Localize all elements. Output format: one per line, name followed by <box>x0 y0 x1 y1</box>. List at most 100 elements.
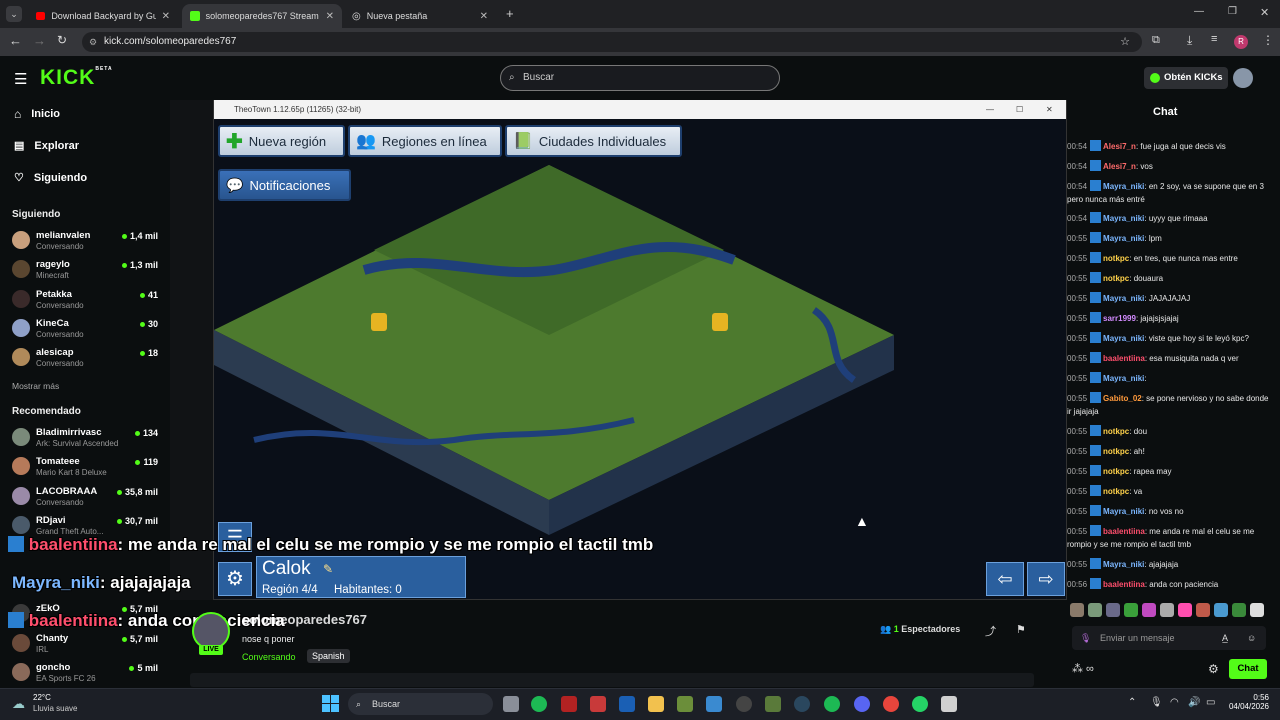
minecraft-icon[interactable] <box>677 696 693 712</box>
hamburger-menu-icon[interactable]: ☰ <box>14 70 27 88</box>
chat-settings-icon[interactable]: ⚙ <box>1208 662 1219 676</box>
download-icon[interactable]: ⤓ <box>1187 33 1192 48</box>
channel-bladimirrivasc[interactable]: Bladimirrivasc Ark: Survival Ascended 134 <box>12 425 162 451</box>
chat-send-button[interactable]: Chat <box>1229 659 1267 679</box>
tab-search-button[interactable]: ⌄ <box>6 6 22 22</box>
streamer-name[interactable]: solomeoparedes767 <box>242 612 367 627</box>
channel-chanty[interactable]: Chanty IRL 5,7 mil <box>12 631 162 657</box>
chat-username[interactable]: notkpc <box>1103 274 1129 283</box>
chat-message-input[interactable]: 🎙 Enviar un mensaje A̲ ☺ <box>1072 626 1266 650</box>
notifications-button[interactable]: 💬 Notificaciones <box>218 169 351 201</box>
chat-username[interactable]: notkpc <box>1103 447 1129 456</box>
chat-username[interactable]: notkpc <box>1103 254 1129 263</box>
edit-pencil-icon[interactable]: ✎ <box>323 562 333 576</box>
info-app-icon[interactable] <box>619 696 635 712</box>
sidebar-nav-explore[interactable]: ▤ Explorar <box>14 139 79 153</box>
close-tab-icon[interactable]: ✕ <box>480 11 488 22</box>
emote-icon[interactable] <box>1106 603 1120 617</box>
app-red-triangle-icon[interactable] <box>561 696 577 712</box>
settings-gear-button[interactable]: ⚙ <box>218 562 252 596</box>
chat-username[interactable]: Mayra_niki <box>1103 234 1144 243</box>
spotify-icon[interactable] <box>531 696 547 712</box>
tray-chevron-icon[interactable]: ⌃ <box>1128 697 1136 708</box>
emote-icon[interactable] <box>1124 603 1138 617</box>
share-icon[interactable]: ⤴ <box>985 623 996 639</box>
chat-username[interactable]: Alesi7_n <box>1103 142 1136 151</box>
chat-username[interactable]: baalentiina <box>1103 580 1145 589</box>
profile-avatar[interactable]: R <box>1234 35 1248 49</box>
channel-goncho[interactable]: goncho EA Sports FC 26 5 mil <box>12 660 162 686</box>
theotown-taskbar-icon[interactable] <box>941 696 957 712</box>
chat-username[interactable]: Mayra_niki <box>1103 334 1144 343</box>
whatsapp-icon[interactable] <box>912 696 928 712</box>
chat-username[interactable]: Mayra_niki <box>1103 560 1144 569</box>
online-regions-button[interactable]: 👥 Regiones en línea <box>348 125 502 157</box>
browser-tab-kick[interactable]: solomeoparedes767 Stream - V ✕ <box>182 4 342 28</box>
emote-icon[interactable] <box>1088 603 1102 617</box>
chat-username[interactable]: notkpc <box>1103 427 1129 436</box>
chat-username[interactable]: notkpc <box>1103 467 1129 476</box>
sidebar-nav-home[interactable]: ⌂ Inicio <box>14 107 60 121</box>
lock-icon[interactable] <box>371 313 387 331</box>
close-tab-icon[interactable]: ✕ <box>326 11 334 22</box>
restore-browser-icon[interactable]: ❐ <box>1228 6 1237 17</box>
emote-icon[interactable] <box>1214 603 1228 617</box>
user-avatar[interactable] <box>1233 68 1253 88</box>
channel-petakka[interactable]: Petakka Conversando 41 <box>12 287 162 313</box>
chat-username[interactable]: Mayra_niki <box>1103 182 1144 191</box>
game-maximize-icon[interactable]: ☐ <box>1016 100 1023 119</box>
browser-tab-backyard[interactable]: Download Backyard by Guilty R ✕ <box>28 4 178 28</box>
chat-username[interactable]: sarr1999 <box>1103 314 1136 323</box>
spotify-icon[interactable] <box>824 696 840 712</box>
extensions-icon[interactable]: ⧉ <box>1152 34 1160 47</box>
file-explorer-icon[interactable] <box>648 696 664 712</box>
close-browser-icon[interactable]: ✕ <box>1260 6 1269 19</box>
game-close-icon[interactable]: ✕ <box>1046 100 1053 119</box>
site-info-icon[interactable]: ⚙ <box>89 32 97 52</box>
channel-kineca[interactable]: KineCa Conversando 30 <box>12 316 162 342</box>
wifi-icon[interactable]: ◠ <box>1170 697 1179 708</box>
translate-icon[interactable]: A̲ <box>1222 626 1228 650</box>
steam-icon[interactable] <box>794 696 810 712</box>
github-icon[interactable] <box>736 696 752 712</box>
chat-username[interactable]: Mayra_niki <box>1103 507 1144 516</box>
get-kicks-button[interactable]: Obtén KICKs <box>1144 67 1228 89</box>
new-tab-icon[interactable]: + <box>506 6 514 21</box>
emote-icon[interactable] <box>1142 603 1156 617</box>
back-icon[interactable]: ← <box>9 33 22 48</box>
chrome-icon[interactable] <box>883 696 899 712</box>
minimize-browser-icon[interactable]: — <box>1194 6 1204 17</box>
stream-category-link[interactable]: Conversando <box>242 652 296 662</box>
browser-tab-new[interactable]: ◎ Nueva pestaña ✕ <box>344 4 496 28</box>
emoji-icon[interactable]: ☺ <box>1247 626 1256 650</box>
app-red-triangle-icon[interactable] <box>590 696 606 712</box>
close-tab-icon[interactable]: ✕ <box>162 11 170 22</box>
microphone-tray-icon[interactable]: 🎙 <box>1150 697 1163 708</box>
emote-icon[interactable] <box>1232 603 1246 617</box>
sidebar-nav-following[interactable]: ♡ Siguiendo <box>14 171 87 185</box>
task-view-icon[interactable] <box>503 696 519 712</box>
reload-icon[interactable]: ↻ <box>57 33 67 47</box>
chat-username[interactable]: baalentiina <box>1103 354 1145 363</box>
emote-icon[interactable] <box>1250 603 1264 617</box>
emote-icon[interactable] <box>1196 603 1210 617</box>
emote-icon[interactable] <box>1178 603 1192 617</box>
taskbar-search[interactable]: ⌕ Buscar <box>348 693 493 715</box>
bookmark-star-icon[interactable]: ☆ <box>1120 32 1130 52</box>
browser-menu-icon[interactable]: ⋮ <box>1262 33 1274 47</box>
kick-search-input[interactable]: ⌕ Buscar <box>500 65 780 91</box>
follow-user-icon[interactable]: ⚑ <box>1016 623 1026 636</box>
new-region-button[interactable]: ✚ Nueva región <box>218 125 345 157</box>
chat-username[interactable]: notkpc <box>1103 487 1129 496</box>
next-region-button[interactable]: ⇨ <box>1027 562 1065 596</box>
language-tag[interactable]: Spanish <box>307 649 350 663</box>
individual-cities-button[interactable]: 📗 Ciudades Individuales <box>505 125 682 157</box>
chat-username[interactable]: Alesi7_n <box>1103 162 1136 171</box>
region-info-panel[interactable]: Calok ✎ Región 4/4 Habitantes: 0 <box>256 556 466 598</box>
minecraft-launcher-icon[interactable] <box>765 696 781 712</box>
show-more-link[interactable]: Mostrar más <box>12 381 59 391</box>
start-button[interactable] <box>322 695 339 712</box>
chat-username[interactable]: Mayra_niki <box>1103 214 1144 223</box>
reading-list-icon[interactable]: ≡ <box>1211 33 1217 45</box>
volume-icon[interactable]: 🔊 <box>1188 697 1200 708</box>
